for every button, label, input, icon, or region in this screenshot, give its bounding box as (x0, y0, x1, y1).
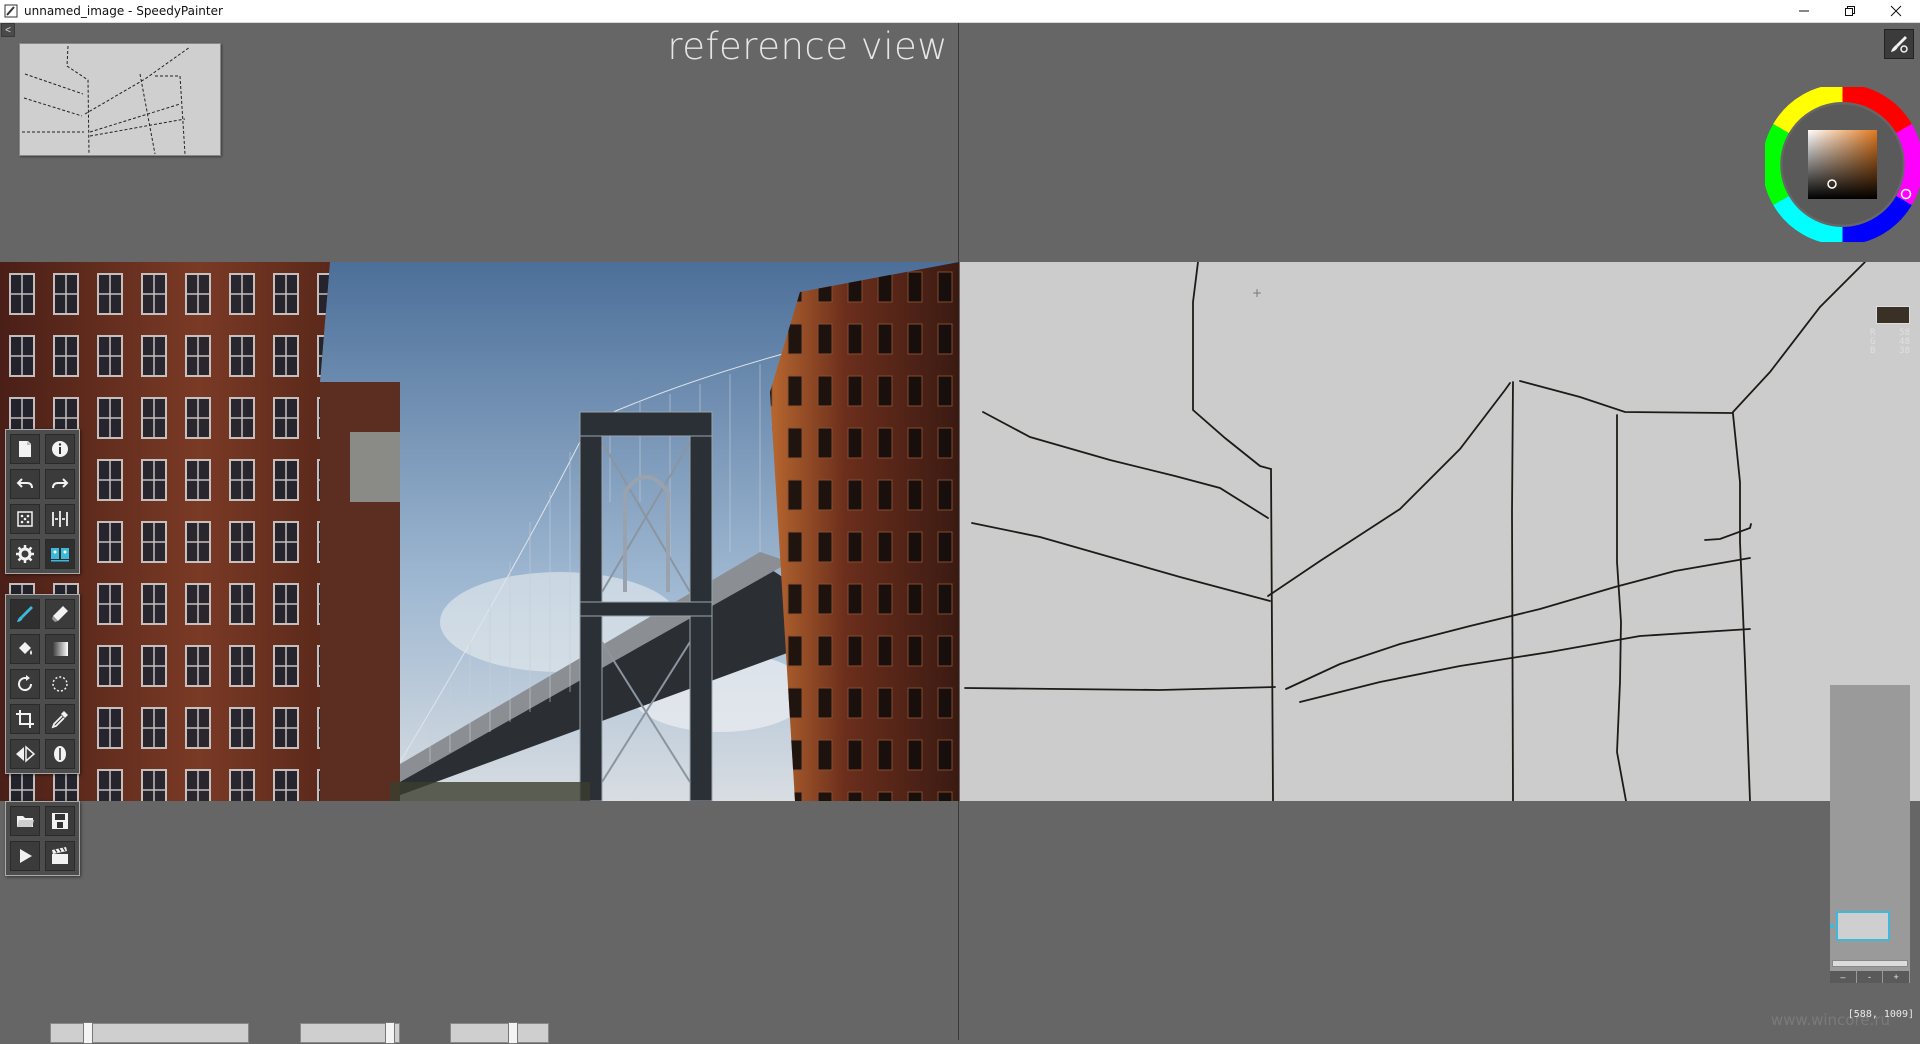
crosshair-cursor: + (1252, 286, 1262, 300)
random-icon (17, 511, 33, 527)
color-wheel[interactable] (1762, 84, 1920, 245)
clapper-icon (52, 847, 68, 864)
opacity-slider-thumb[interactable] (385, 1022, 395, 1044)
canvas-navigator-thumbnail[interactable] (19, 43, 221, 156)
toolbox-file (5, 801, 80, 876)
layer-controls: – - + (1830, 971, 1911, 983)
brush-icon (17, 606, 33, 622)
smoothing-slider[interactable] (450, 1022, 549, 1044)
brush-size-slider[interactable] (50, 1022, 249, 1044)
opacity-slider[interactable] (300, 1022, 400, 1044)
close-button[interactable] (1873, 0, 1919, 22)
undo-icon (16, 478, 33, 489)
rotate-canvas-button[interactable] (10, 669, 40, 699)
current-color-swatch[interactable] (1876, 306, 1910, 324)
brush-size-slider-thumb[interactable] (83, 1022, 93, 1044)
save-file-button[interactable] (45, 806, 75, 836)
minimize-icon (1799, 10, 1809, 12)
mask-icon (54, 746, 66, 762)
flip-canvas-button[interactable] (10, 739, 40, 769)
add-layer-button[interactable]: + (1883, 971, 1911, 983)
toolbox-drawing (5, 594, 80, 774)
gear-icon (16, 545, 34, 563)
reference-view-title: reference view (667, 25, 948, 68)
toolbox-general (5, 429, 80, 574)
rotate-icon (18, 675, 33, 692)
painting-pane: + R 58 G 48 B 38 – - + www.wincore.ru [5… (960, 23, 1920, 1040)
mirror-button[interactable] (45, 504, 75, 534)
mirror-icon (52, 511, 68, 527)
restore-icon (1845, 6, 1855, 16)
window-title: unnamed_image - SpeedyPainter (24, 4, 223, 18)
collapse-toolbar-button[interactable]: < (1, 23, 15, 37)
navigator-sketch (22, 45, 191, 155)
redo-icon (52, 478, 69, 489)
play-replay-button[interactable] (10, 841, 40, 871)
undo-button[interactable] (10, 469, 40, 499)
color-wheel-graphic (1762, 84, 1920, 245)
brush-tool-button[interactable] (10, 599, 40, 629)
layers-panel: – - + (1830, 685, 1911, 983)
reference-view-button[interactable] (45, 539, 75, 569)
info-icon (52, 441, 68, 457)
reference-pane: < reference view (0, 23, 959, 1044)
export-video-button[interactable] (45, 841, 75, 871)
brush-settings-icon (1891, 36, 1908, 53)
minimize-button[interactable] (1781, 0, 1827, 22)
play-icon (20, 849, 32, 863)
active-layer-marker (1830, 924, 1834, 928)
lasso-tool-button[interactable] (45, 669, 75, 699)
mask-tool-button[interactable] (45, 739, 75, 769)
reference-view-icon (51, 548, 69, 562)
new-image-button[interactable] (10, 434, 40, 464)
redo-button[interactable] (45, 469, 75, 499)
crop-tool-button[interactable] (10, 704, 40, 734)
app-logo-icon (4, 4, 18, 18)
reference-photo-image (0, 262, 959, 801)
eyedropper-tool-button[interactable] (45, 704, 75, 734)
fill-icon (19, 642, 32, 655)
info-button[interactable] (45, 434, 75, 464)
cursor-coordinates: [588, 1009] (1847, 1009, 1914, 1020)
gradient-icon (52, 642, 68, 656)
smoothing-slider-thumb[interactable] (508, 1022, 518, 1044)
brush-settings-button[interactable] (1884, 29, 1914, 59)
remove-layer-button[interactable]: – (1830, 971, 1857, 983)
title-bar: unnamed_image - SpeedyPainter (0, 0, 1920, 23)
eraser-tool-button[interactable] (45, 599, 75, 629)
crop-icon (16, 710, 34, 728)
close-icon (1890, 5, 1902, 17)
layer-thumbnail[interactable] (1836, 911, 1890, 941)
eraser-icon (52, 606, 68, 622)
open-folder-icon (17, 816, 34, 827)
drawing-canvas[interactable]: + (960, 261, 1920, 802)
fill-tool-button[interactable] (10, 634, 40, 664)
sketch-strokes: + (964, 261, 1866, 802)
settings-button[interactable] (10, 539, 40, 569)
open-file-button[interactable] (10, 806, 40, 836)
restore-button[interactable] (1827, 0, 1873, 22)
save-icon (52, 813, 68, 829)
reference-photo[interactable] (0, 262, 959, 801)
merge-layer-button[interactable]: - (1856, 971, 1884, 983)
flip-icon (16, 745, 35, 763)
random-button[interactable] (10, 504, 40, 534)
lasso-icon (52, 676, 68, 692)
layer-opacity-bar[interactable] (1832, 960, 1908, 967)
b-label: B (1870, 346, 1876, 356)
new-image-icon (19, 441, 31, 457)
b-value: 38 (1899, 346, 1910, 356)
gradient-tool-button[interactable] (45, 634, 75, 664)
eyedropper-icon (51, 711, 68, 729)
rgb-readout: R 58 G 48 B 38 (1870, 329, 1910, 356)
